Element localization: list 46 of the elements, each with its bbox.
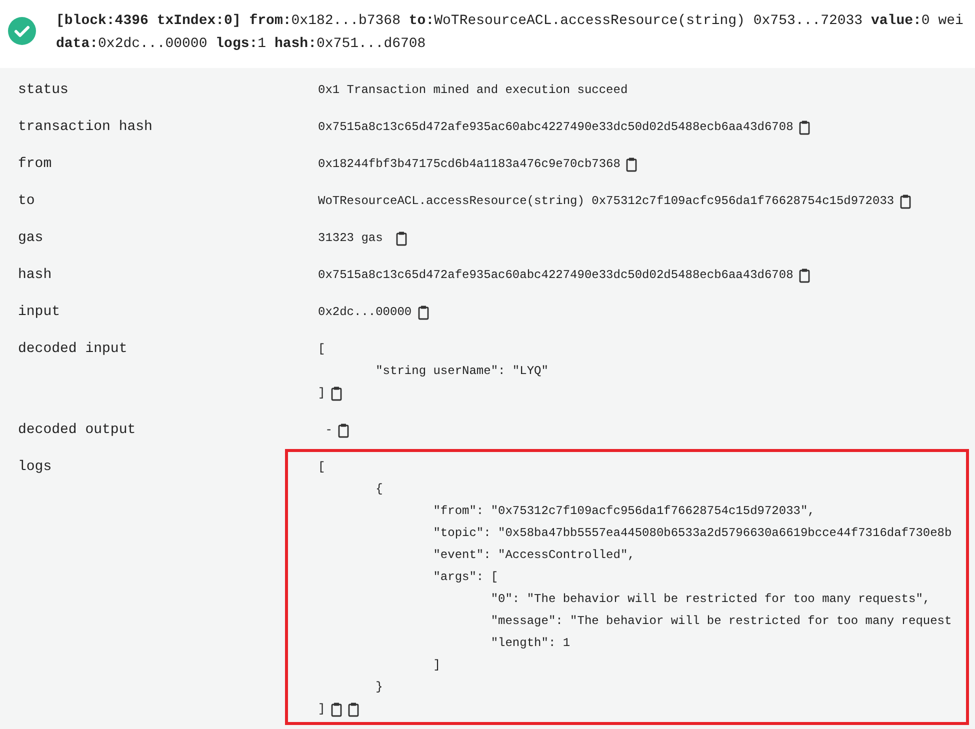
copy-icon[interactable] (331, 386, 342, 400)
code-line: [ (318, 341, 326, 358)
field-value: WoTResourceACL.accessResource(string) 0x75312c7f109acfc956da1f76628754c15d972033 (318, 193, 894, 210)
code-line: "topic": "0x58ba47bb5557ea445080b6533a2d5796630a6619bcce44f7316daf730e8b (432, 525, 952, 542)
field-label: to (17, 192, 36, 211)
copy-icon[interactable] (338, 422, 350, 438)
copy-icon[interactable] (331, 702, 342, 716)
field-value: - (324, 422, 332, 439)
field-label: logs (17, 458, 53, 477)
field-value: 0x1 Transaction mined and execution succeed (318, 82, 628, 99)
code-line: "from": "0x75312c7f109acfc956da1f76628754c15d972033", (432, 503, 815, 520)
transaction-summary: data:0x2dc...00000 logs:1 hash:0x751...d6708 (56, 35, 427, 54)
code-line: "event": "AccessControlled", (432, 547, 635, 564)
field-value: 31323 gas (318, 230, 384, 247)
code-line: ] (432, 657, 440, 674)
field-label: decoded input (17, 340, 128, 359)
copy-icon[interactable] (418, 304, 429, 320)
copy-icon[interactable] (348, 702, 360, 716)
field-label: from (17, 155, 53, 174)
copy-icon[interactable] (799, 268, 810, 282)
code-line: ] (318, 701, 326, 718)
code-line: } (374, 679, 383, 696)
code-line: { (374, 481, 383, 498)
code-line: "args": [ (432, 569, 498, 586)
code-line: "0": "The behavior will be restricted for too many requests", (490, 591, 930, 608)
field-label: gas (17, 229, 44, 248)
field-label: hash (17, 266, 53, 285)
field-value: 0x18244fbf3b47175cd6b4a1183a476c9e70cb7368 (318, 156, 620, 173)
code-line: "message": "The behavior will be restricted for too many request (490, 613, 952, 630)
code-line: "string userName": "LYQ" (374, 363, 548, 380)
code-line: ] (318, 385, 326, 402)
field-value: 0x7515a8c13c65d472afe935ac60abc4227490e33dc50d02d5488ecb6aa43d6708 (318, 267, 794, 284)
copy-icon[interactable] (900, 194, 912, 208)
copy-icon[interactable] (396, 230, 408, 246)
success-icon (8, 17, 36, 45)
field-value: 0x2dc...00000 (318, 304, 412, 321)
field-label: decoded output (17, 421, 137, 440)
code-line: [ (318, 459, 326, 476)
copy-icon[interactable] (626, 156, 638, 172)
code-line: "length": 1 (490, 635, 570, 652)
field-value: 0x7515a8c13c65d472afe935ac60abc4227490e33dc50d02d5488ecb6aa43d6708 (318, 119, 794, 136)
field-label: transaction hash (17, 118, 154, 137)
transaction-summary: [block:4396 txIndex:0] from:0x182...b7368 to:WoTResourceACL.accessResource(string) 0x753...72033 value:0 wei (56, 12, 964, 31)
copy-icon[interactable] (799, 120, 810, 134)
field-label: status (17, 81, 70, 100)
field-label: input (17, 303, 62, 322)
